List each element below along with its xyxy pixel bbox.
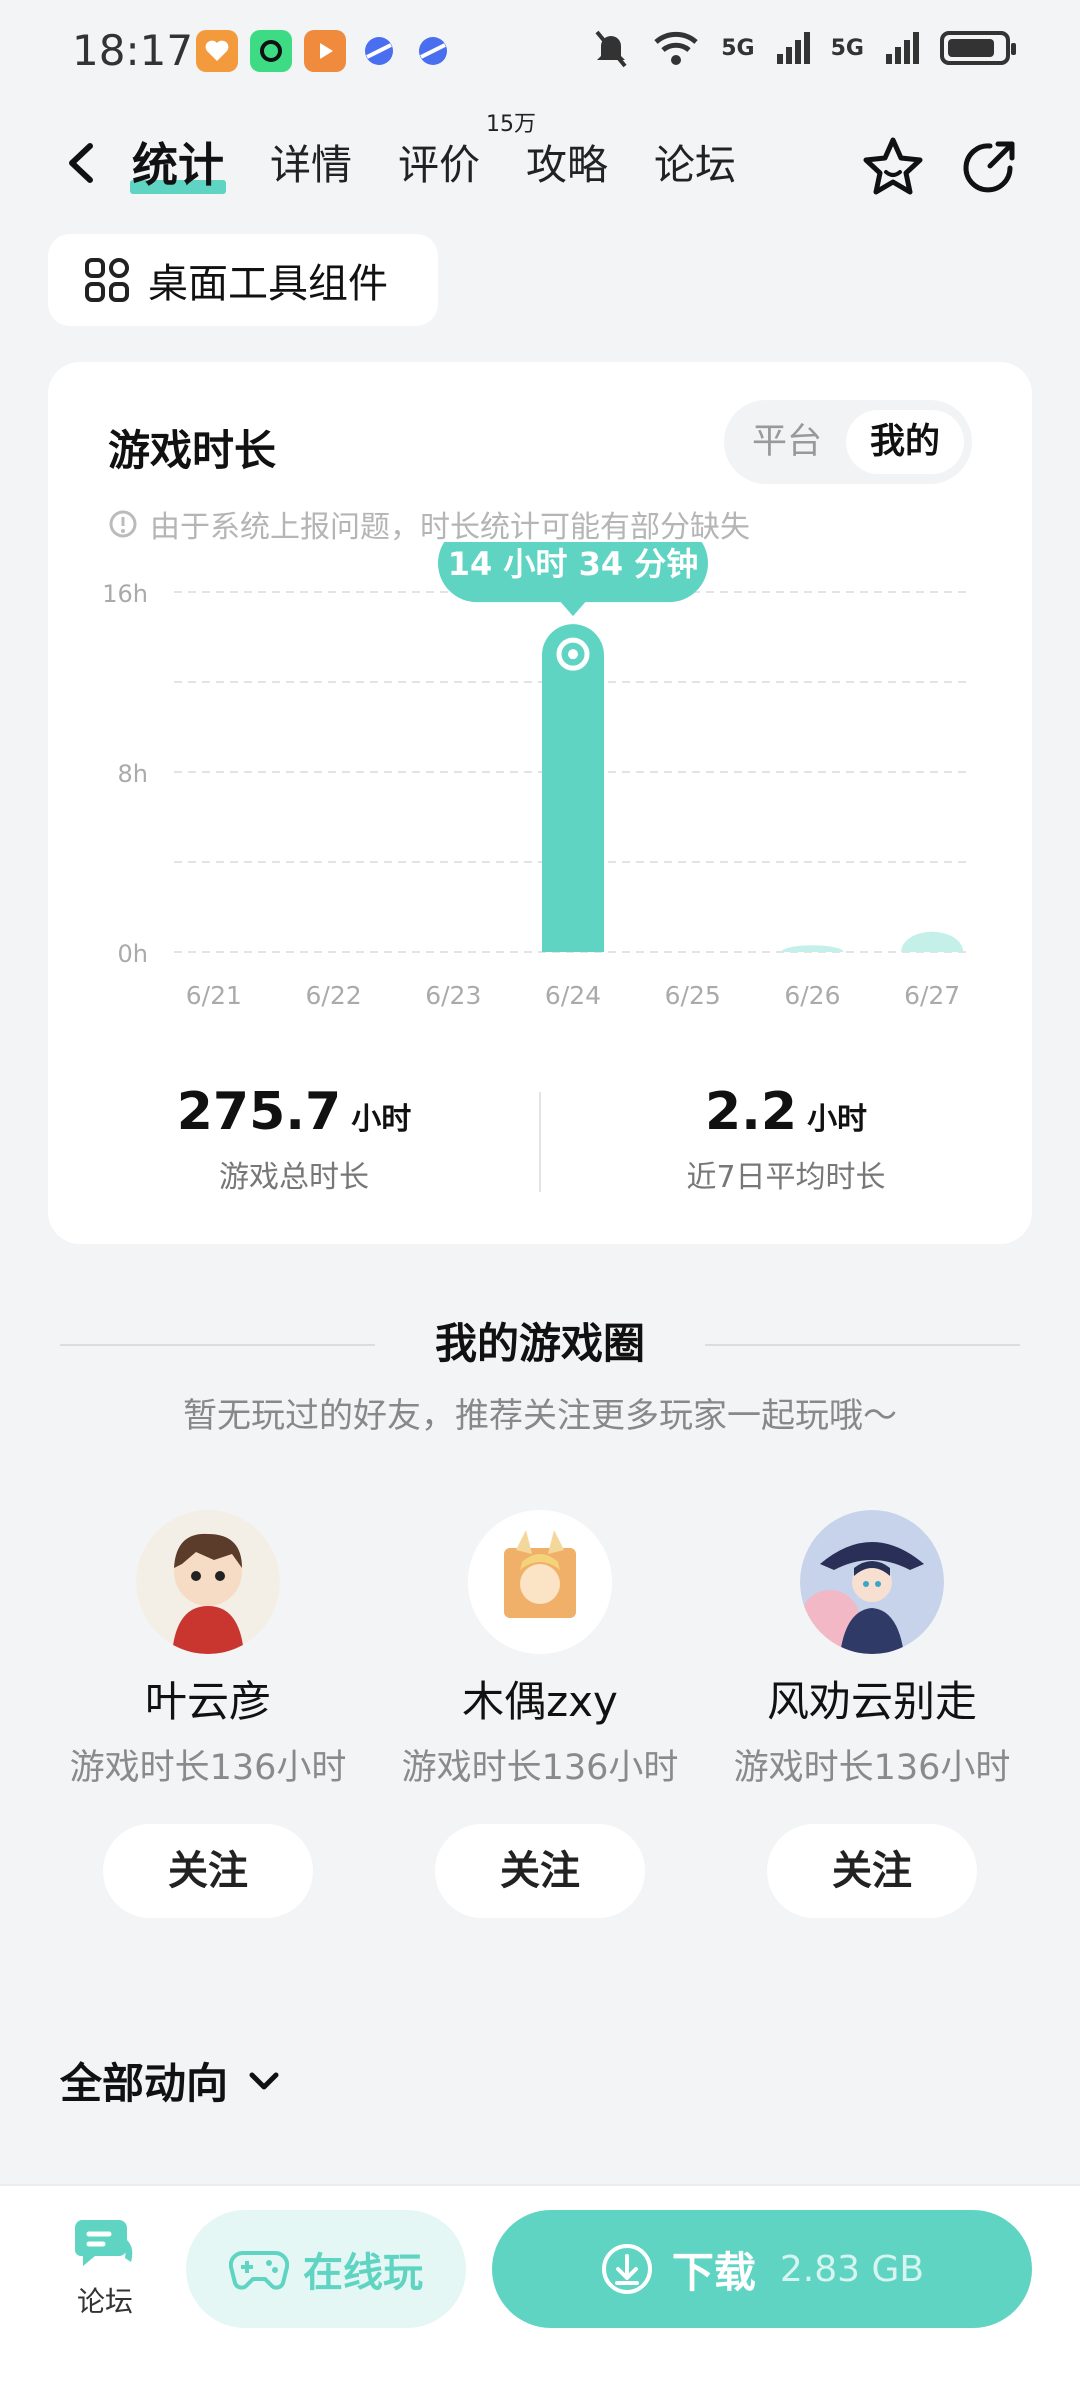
chat-bubble-icon bbox=[74, 2220, 133, 2266]
average-playtime: 2.2 小时 近7日平均时长 bbox=[540, 1082, 1032, 1196]
data-notice: 由于系统上报问题，时长统计可能有部分缺失 bbox=[108, 502, 750, 546]
tab-forum[interactable]: 论坛 bbox=[654, 130, 736, 200]
x-tick-label: 6/24 bbox=[545, 981, 601, 1010]
friend-name: 风劝云别走 bbox=[766, 1677, 977, 1726]
y-tick-label: 0h bbox=[118, 940, 148, 968]
tab-guides[interactable]: 攻略 bbox=[526, 130, 608, 200]
x-tick-label: 6/21 bbox=[186, 981, 242, 1010]
friend-playtime: 游戏时长136小时 bbox=[69, 1748, 347, 1788]
tab-details[interactable]: 详情 bbox=[270, 130, 352, 200]
battery-icon bbox=[940, 31, 1016, 65]
avatar[interactable] bbox=[468, 1510, 612, 1654]
card-title: 游戏时长 bbox=[108, 426, 277, 475]
signal-5g-icon-2: 5G bbox=[830, 35, 864, 61]
game-circle-header: 我的游戏圈 bbox=[0, 1310, 1080, 1380]
mute-bell-icon bbox=[595, 30, 627, 68]
forum-button[interactable]: 论坛 bbox=[58, 2214, 152, 2320]
playtime-card: 游戏时长 平台 我的 由于系统上报问题，时长统计可能有部分缺失 0h 8h 16h 6… bbox=[48, 362, 1032, 1244]
x-tick-label: 6/25 bbox=[665, 981, 721, 1010]
game-circle-subtitle: 暂无玩过的好友，推荐关注更多玩家一起玩哦～ bbox=[183, 1396, 897, 1436]
avatar[interactable] bbox=[800, 1510, 944, 1654]
total-playtime-value: 275.7 bbox=[176, 1082, 342, 1142]
bar bbox=[781, 945, 844, 952]
gamepad-icon bbox=[229, 2250, 289, 2290]
tab-stats[interactable]: 统计 bbox=[130, 130, 226, 200]
wifi-icon bbox=[654, 31, 698, 65]
info-icon bbox=[109, 510, 137, 538]
total-playtime-unit: 小时 bbox=[351, 1102, 412, 1137]
widget-button-label: 桌面工具组件 bbox=[148, 261, 388, 307]
tooltip-text: 14 小时 34 分钟 bbox=[448, 545, 699, 583]
x-tick-label: 6/22 bbox=[306, 981, 362, 1010]
app-play-icon bbox=[304, 30, 346, 72]
signal-bars-icon-2 bbox=[886, 32, 919, 64]
playtime-chart: 0h 8h 16h 6/21 6/22 6/23 14 小时 34 分钟 6/24 6/25 6/… bbox=[102, 542, 972, 1010]
source-toggle: 平台 我的 bbox=[724, 400, 972, 484]
status-bar: 18:17 5G 5G bbox=[0, 0, 1080, 100]
tab-reviews[interactable]: 评价 15万 bbox=[398, 114, 536, 200]
download-icon bbox=[601, 2244, 652, 2294]
download-size: 2.83 GB bbox=[779, 2248, 925, 2290]
app-planet-icon-2 bbox=[412, 30, 454, 72]
x-tick-label: 6/27 bbox=[904, 981, 960, 1010]
x-tick-label: 6/23 bbox=[425, 981, 481, 1010]
average-playtime-caption: 近7日平均时长 bbox=[686, 1160, 886, 1195]
bottom-action-bar: 论坛 在线玩 下载 2.83 GB bbox=[0, 2184, 1080, 2402]
friend-card: 叶云彦 游戏时长136小时 关注 bbox=[38, 1510, 378, 1918]
share-icon[interactable] bbox=[954, 132, 1024, 202]
app-ring-icon bbox=[250, 30, 292, 72]
average-playtime-value: 2.2 bbox=[704, 1082, 798, 1142]
x-tick-label: 6/26 bbox=[784, 981, 840, 1010]
follow-button[interactable]: 关注 bbox=[767, 1824, 977, 1918]
desktop-widget-button[interactable]: 桌面工具组件 bbox=[48, 234, 438, 326]
toggle-platform[interactable]: 平台 bbox=[732, 410, 842, 474]
play-online-label: 在线玩 bbox=[303, 2250, 423, 2296]
friend-playtime: 游戏时长136小时 bbox=[401, 1748, 679, 1788]
widget-grid-icon bbox=[85, 258, 129, 302]
friend-name: 木偶zxy bbox=[462, 1677, 618, 1726]
bar bbox=[542, 624, 604, 952]
app-planet-icon bbox=[358, 30, 400, 72]
clock: 18:17 bbox=[72, 26, 194, 75]
notification-icons bbox=[196, 30, 454, 72]
signal-bars-icon bbox=[776, 32, 810, 64]
friend-card: 风劝云别走 游戏时长136小时 关注 bbox=[702, 1510, 1042, 1918]
total-playtime: 275.7 小时 游戏总时长 bbox=[48, 1082, 540, 1196]
follow-button[interactable]: 关注 bbox=[103, 1824, 313, 1918]
friend-card: 木偶zxy 游戏时长136小时 关注 bbox=[370, 1510, 710, 1918]
star-favorite-icon[interactable] bbox=[858, 132, 928, 202]
bar-marker-dot bbox=[568, 649, 578, 660]
feed-title: 全部动向 bbox=[60, 2059, 229, 2108]
y-tick-label: 16h bbox=[102, 580, 148, 608]
feed-filter-dropdown[interactable]: 全部动向 bbox=[60, 2050, 284, 2111]
download-label: 下载 bbox=[671, 2247, 756, 2297]
notice-text: 由于系统上报问题，时长统计可能有部分缺失 bbox=[150, 510, 750, 545]
back-arrow-icon[interactable] bbox=[58, 138, 108, 188]
chevron-down-icon bbox=[249, 2072, 279, 2089]
friend-name: 叶云彦 bbox=[144, 1677, 271, 1726]
play-online-button[interactable]: 在线玩 bbox=[186, 2210, 466, 2328]
tab-bar: 统计 详情 评价 15万 攻略 论坛 bbox=[130, 114, 782, 200]
y-tick-label: 8h bbox=[118, 760, 148, 788]
forum-label: 论坛 bbox=[76, 2285, 133, 2318]
download-button[interactable]: 下载 2.83 GB bbox=[492, 2210, 1032, 2328]
avatar[interactable] bbox=[136, 1510, 280, 1654]
app-heart-icon bbox=[196, 30, 238, 72]
tooltip-pointer bbox=[559, 600, 587, 617]
signal-5g-icon: 5G bbox=[721, 35, 755, 61]
friend-playtime: 游戏时长136小时 bbox=[733, 1748, 1011, 1788]
average-playtime-unit: 小时 bbox=[807, 1102, 868, 1137]
game-circle-title: 我的游戏圈 bbox=[434, 1319, 645, 1368]
toggle-mine[interactable]: 我的 bbox=[846, 410, 964, 474]
follow-button[interactable]: 关注 bbox=[435, 1824, 645, 1918]
summary-stats: 275.7 小时 游戏总时长 2.2 小时 近7日平均时长 bbox=[48, 1082, 1032, 1232]
bar bbox=[901, 931, 964, 952]
total-playtime-caption: 游戏总时长 bbox=[219, 1160, 369, 1195]
top-nav: 统计 详情 评价 15万 攻略 论坛 bbox=[0, 110, 1080, 220]
